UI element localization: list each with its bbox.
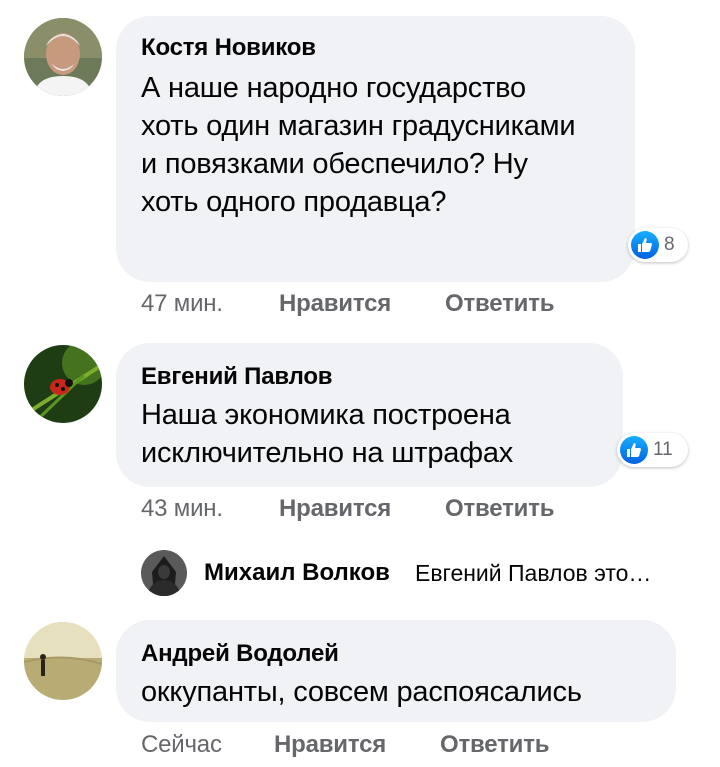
like-thumbs-up-icon: [631, 231, 659, 259]
comment-author[interactable]: Евгений Павлов: [141, 363, 333, 391]
avatar[interactable]: [24, 345, 102, 423]
reply-button[interactable]: Ответить: [440, 731, 550, 759]
like-button[interactable]: Нравится: [274, 731, 386, 759]
comment-bubble: Евгений Павлов Наша экономика построена …: [116, 343, 623, 487]
avatar-photo: [141, 550, 187, 596]
reaction-summary[interactable]: 8: [628, 228, 688, 262]
like-button[interactable]: Нравится: [279, 290, 391, 318]
comment-bubble: Андрей Водолей оккупанты, совсем распояс…: [116, 620, 676, 722]
comment-actions: 47 мин. Нравится Ответить: [141, 290, 641, 320]
comment-bubble: Костя Новиков А наше народно государство…: [116, 16, 635, 282]
reply-author[interactable]: Михаил Волков: [204, 559, 390, 587]
reaction-count: 8: [664, 234, 675, 255]
comment-author[interactable]: Андрей Водолей: [141, 640, 339, 668]
comment-timestamp[interactable]: 43 мин.: [141, 495, 223, 523]
reply-button[interactable]: Ответить: [445, 290, 555, 318]
reply-button[interactable]: Ответить: [445, 495, 555, 523]
avatar-photo: [24, 345, 102, 423]
comment-timestamp[interactable]: 47 мин.: [141, 290, 223, 318]
avatar-photo: [24, 18, 102, 96]
reply-preview[interactable]: Михаил Волков Евгений Павлов это…: [141, 550, 701, 596]
comment-text: оккупанты, совсем распоясались: [141, 676, 582, 708]
reply-text: Евгений Павлов это…: [415, 560, 652, 586]
avatar[interactable]: [24, 18, 102, 96]
like-thumbs-up-icon: [620, 436, 648, 464]
reaction-summary[interactable]: 11: [617, 433, 688, 467]
comment-actions: 43 мин. Нравится Ответить: [141, 495, 641, 525]
comment-timestamp[interactable]: Сейчас: [141, 731, 222, 759]
comment-text: А наше народно государство хоть один маг…: [141, 72, 576, 218]
avatar[interactable]: [24, 622, 102, 700]
like-button[interactable]: Нравится: [279, 495, 391, 523]
comment-author[interactable]: Костя Новиков: [141, 34, 316, 62]
avatar-photo: [24, 622, 102, 700]
comment-text: Наша экономика построена исключительно н…: [141, 399, 514, 469]
reaction-count: 11: [653, 439, 673, 460]
comment-actions: Сейчас Нравится Ответить: [141, 731, 641, 761]
avatar[interactable]: [141, 550, 187, 596]
